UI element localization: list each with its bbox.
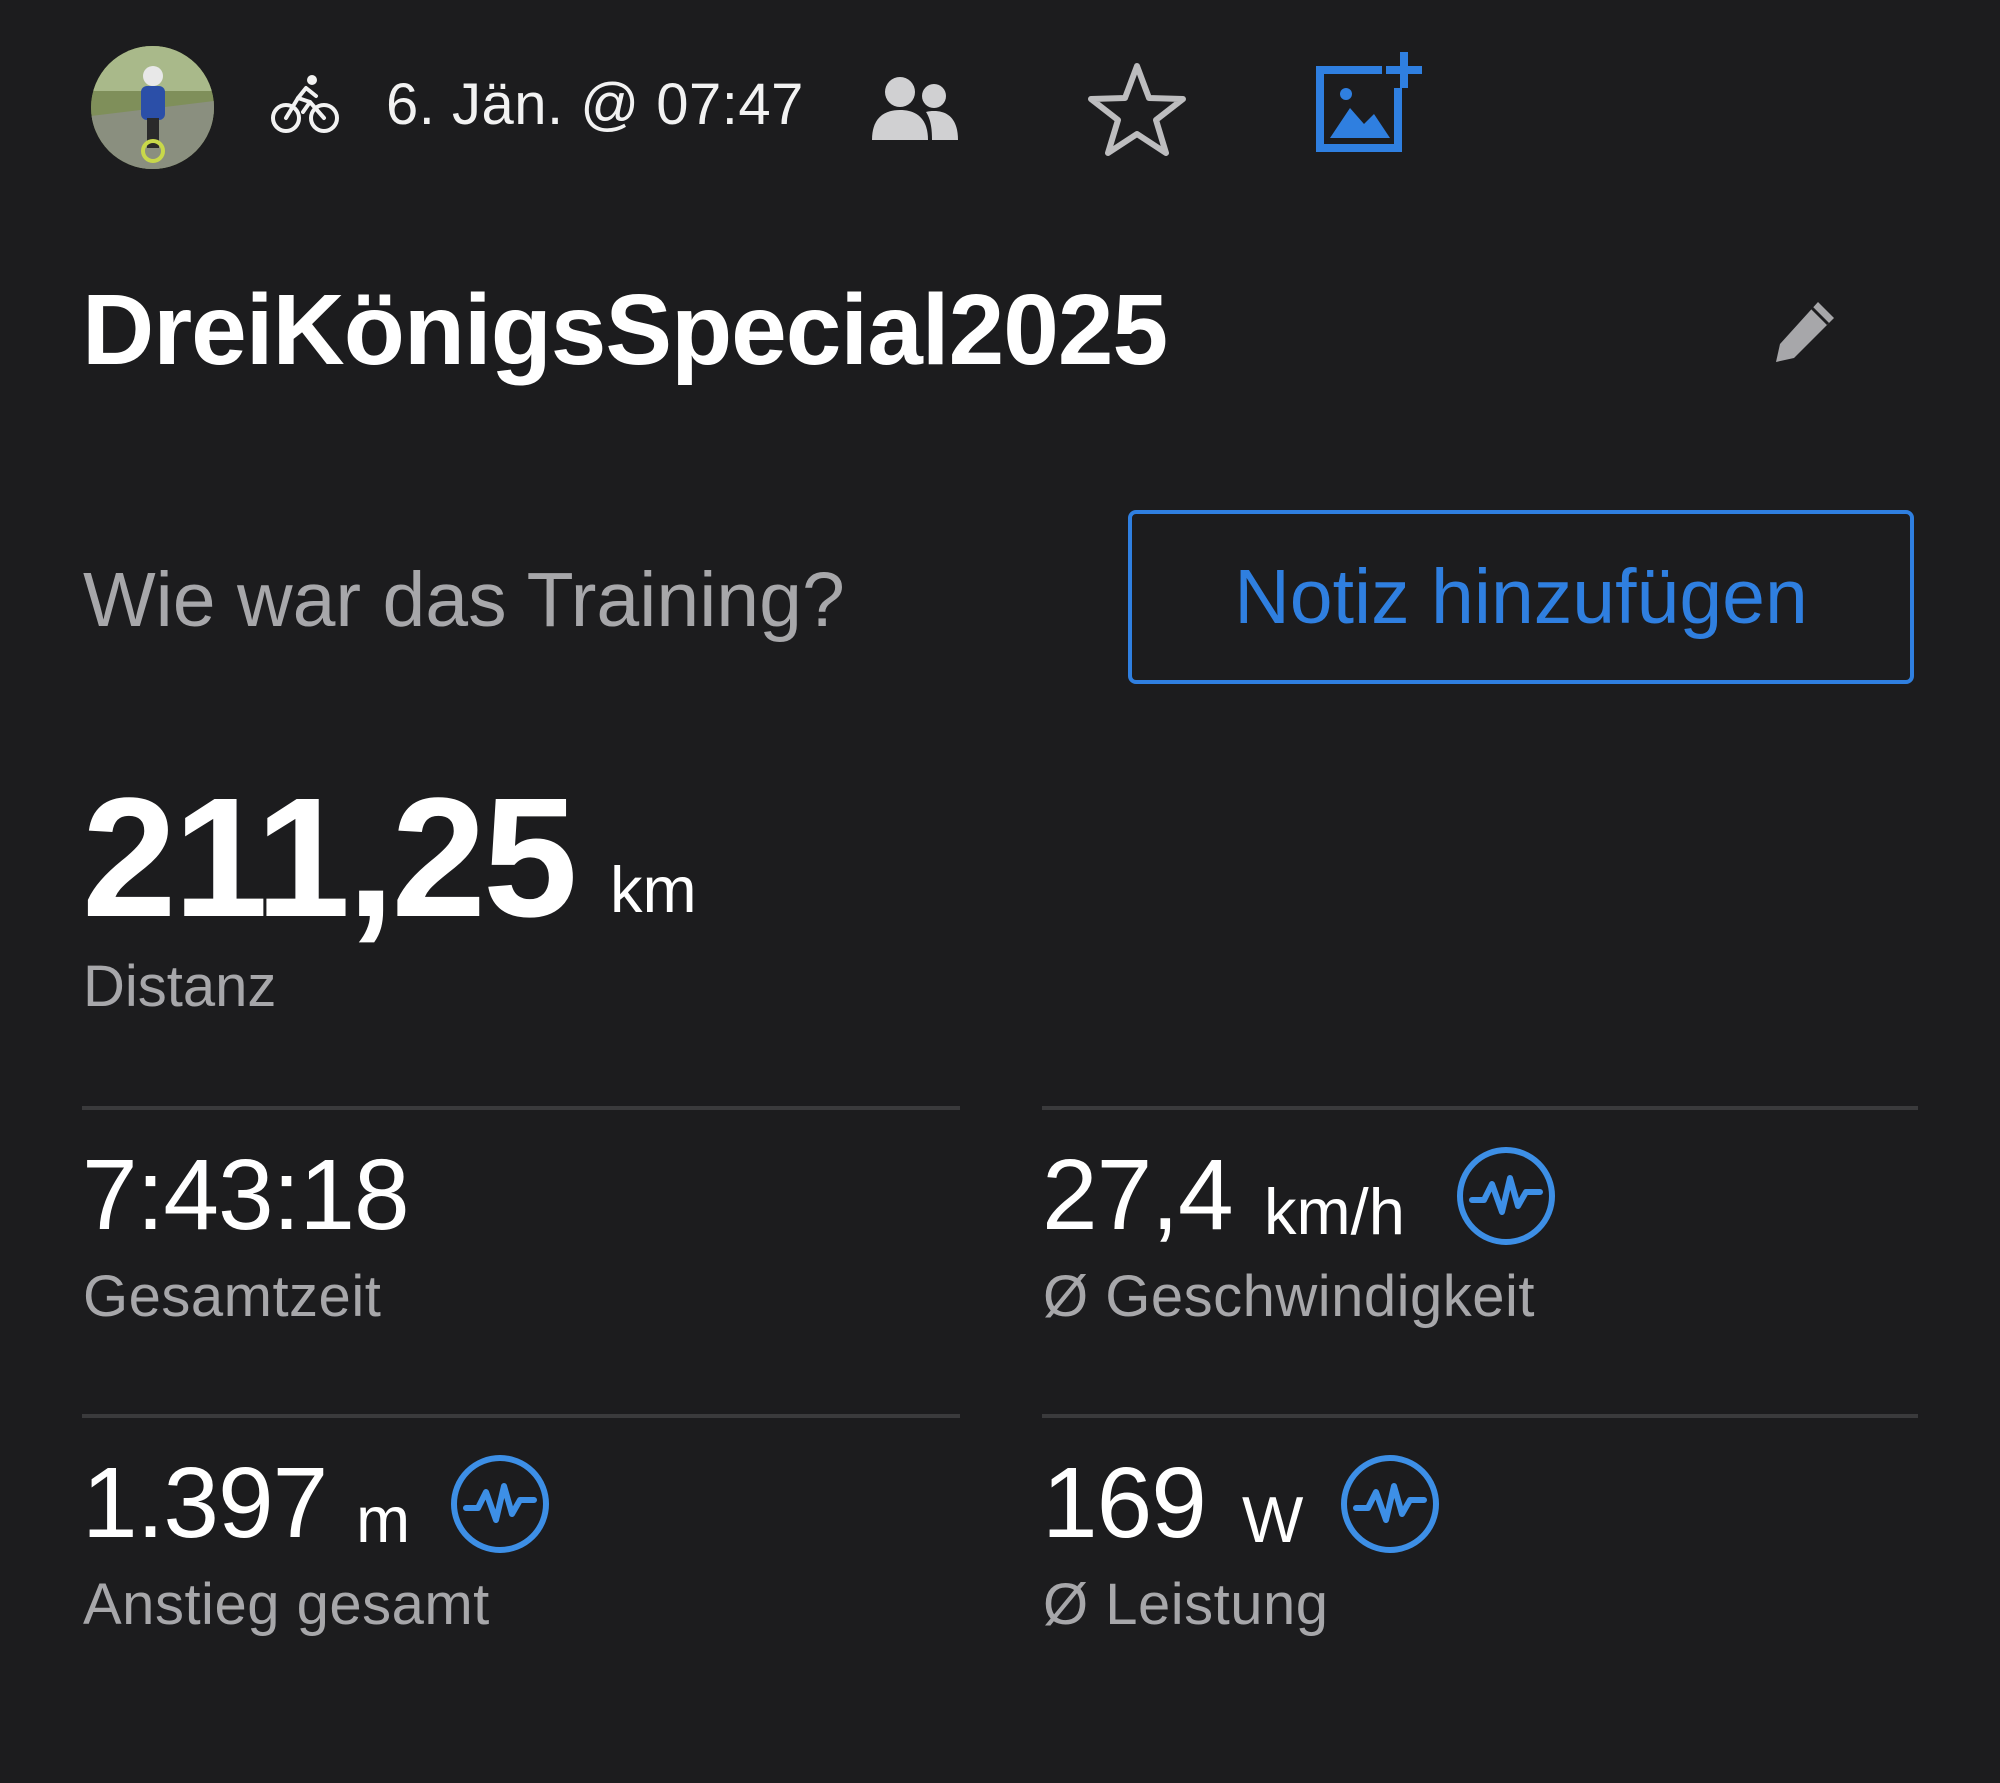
divider: [1042, 1106, 1918, 1110]
avatar[interactable]: [91, 46, 214, 169]
total-time-value: 7:43:18: [82, 1139, 410, 1251]
divider: [82, 1414, 960, 1418]
avg-speed-value: 27,4: [1042, 1139, 1234, 1251]
add-photo-icon[interactable]: [1312, 48, 1422, 158]
group-icon[interactable]: [870, 74, 960, 144]
performance-icon[interactable]: [448, 1452, 552, 1556]
avg-power-value: 169: [1042, 1447, 1207, 1559]
divider: [1042, 1414, 1918, 1418]
ascent-label: Anstieg gesamt: [83, 1572, 490, 1637]
activity-title: DreiKönigsSpecial2025: [82, 274, 1168, 386]
ascent-value: 1.397: [82, 1447, 328, 1559]
training-question: Wie war das Training?: [83, 557, 845, 643]
avg-speed-unit: km/h: [1264, 1175, 1405, 1248]
divider: [82, 1106, 960, 1110]
distance-value: 211,25: [82, 763, 578, 953]
distance-label: Distanz: [83, 954, 277, 1019]
performance-icon[interactable]: [1338, 1452, 1442, 1556]
avg-power-unit: W: [1242, 1483, 1304, 1556]
performance-icon[interactable]: [1454, 1144, 1558, 1248]
pencil-icon[interactable]: [1770, 296, 1840, 366]
ascent-unit: m: [356, 1483, 411, 1556]
total-time-label: Gesamtzeit: [83, 1264, 382, 1329]
star-icon[interactable]: [1084, 60, 1190, 160]
distance-unit: km: [610, 853, 697, 926]
bike-icon: [270, 72, 340, 136]
avg-speed-label: Ø Geschwindigkeit: [1043, 1264, 1536, 1329]
add-note-button[interactable]: Notiz hinzufügen: [1128, 510, 1914, 684]
avg-power-label: Ø Leistung: [1043, 1572, 1329, 1637]
activity-date: 6. Jän. @ 07:47: [386, 72, 804, 137]
